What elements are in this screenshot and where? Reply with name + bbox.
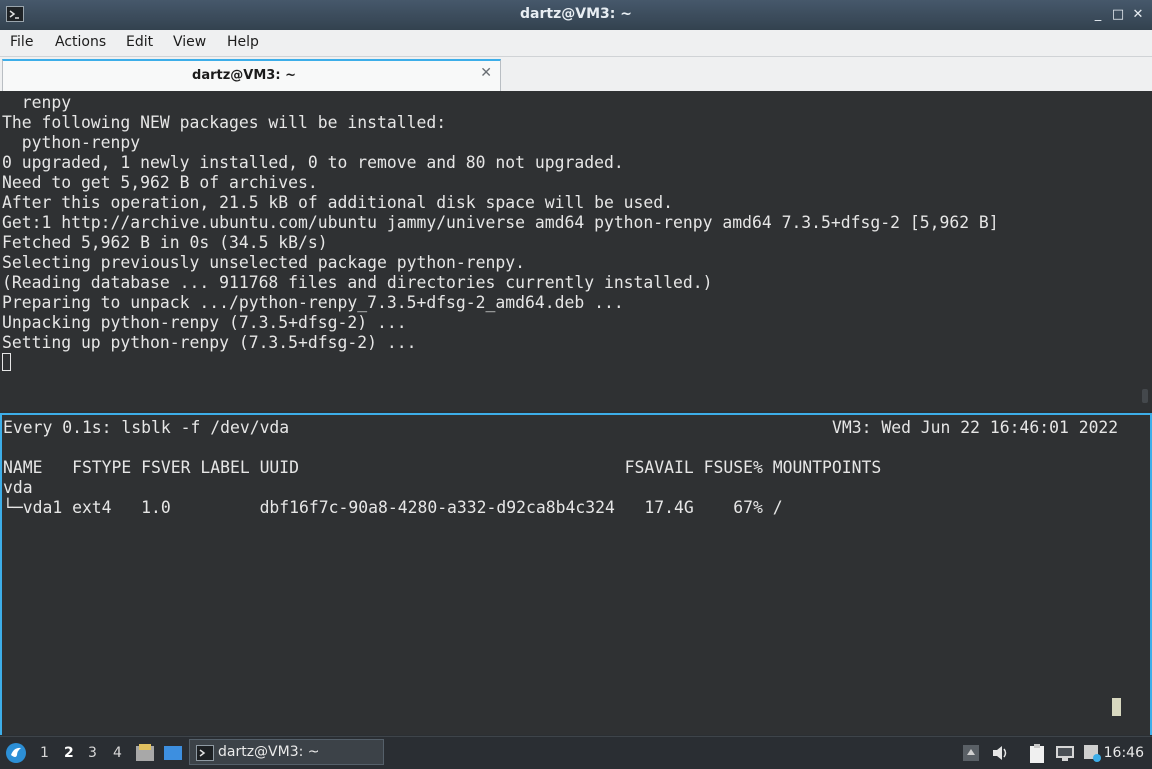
terminal-line: renpy <box>2 93 72 112</box>
tray-arrow-icon[interactable] <box>962 743 980 763</box>
terminal-cursor <box>2 353 11 371</box>
taskbar-window-button[interactable]: dartz@VM3: ~ <box>189 739 384 765</box>
notification-icon[interactable] <box>1082 743 1102 763</box>
minimize-button[interactable]: _ <box>1090 7 1106 23</box>
menu-actions[interactable]: Actions <box>55 34 106 50</box>
menu-file[interactable]: File <box>10 34 33 50</box>
terminal-line: Setting up python-renpy (7.3.5+dfsg-2) .… <box>2 333 417 352</box>
desktop-icon[interactable] <box>163 744 183 762</box>
workspace-4[interactable]: 4 <box>113 745 122 761</box>
tab-strip: dartz@VM3: ~ ✕ <box>0 57 1152 91</box>
watch-header-left: Every 0.1s: lsblk -f /dev/vda <box>3 418 290 437</box>
volume-icon[interactable] <box>990 743 1010 763</box>
terminal-line: Fetched 5,962 B in 0s (34.5 kB/s) <box>2 233 328 252</box>
taskbar: 1 2 3 4 dartz@VM3: ~ 16:46 <box>0 736 1152 769</box>
close-button[interactable]: ✕ <box>1130 7 1146 23</box>
terminal-cursor <box>1112 698 1121 716</box>
window-titlebar[interactable]: dartz@VM3: ~ _ □ ✕ <box>0 0 1152 30</box>
terminal-line: python-renpy <box>2 133 141 152</box>
terminal-line: (Reading database ... 911768 files and d… <box>2 273 713 292</box>
menu-edit[interactable]: Edit <box>126 34 153 50</box>
menu-view[interactable]: View <box>173 34 206 50</box>
maximize-button[interactable]: □ <box>1110 7 1126 23</box>
file-manager-icon[interactable] <box>135 743 155 763</box>
scrollbar-handle[interactable] <box>1142 389 1148 403</box>
terminal-line: Selecting previously unselected package … <box>2 253 526 272</box>
workspace-1[interactable]: 1 <box>40 745 49 761</box>
window-title: dartz@VM3: ~ <box>520 6 632 22</box>
terminal-pane-top[interactable]: renpy The following NEW packages will be… <box>0 91 1152 411</box>
workspace-3[interactable]: 3 <box>88 745 97 761</box>
start-menu-icon[interactable] <box>5 742 27 764</box>
clock[interactable]: 16:46 <box>1104 745 1144 761</box>
tab-close-icon[interactable]: ✕ <box>480 65 492 81</box>
terminal-pane-bottom[interactable]: Every 0.1s: lsblk -f /dev/vda VM3: Wed J… <box>0 413 1152 735</box>
terminal-line: NAME FSTYPE FSVER LABEL UUID FSAVAIL FSU… <box>3 458 882 477</box>
workspace-2[interactable]: 2 <box>64 745 74 761</box>
terminal-icon <box>196 745 214 761</box>
terminal-line: Need to get 5,962 B of archives. <box>2 173 318 192</box>
clipboard-icon[interactable] <box>1026 743 1048 765</box>
terminal-line: Get:1 http://archive.ubuntu.com/ubuntu j… <box>2 213 999 232</box>
terminal-line: Unpacking python-renpy (7.3.5+dfsg-2) ..… <box>2 313 407 332</box>
network-icon[interactable] <box>1055 743 1075 763</box>
terminal-line: vda <box>3 478 33 497</box>
tab-terminal[interactable]: dartz@VM3: ~ ✕ <box>2 59 501 91</box>
terminal-line: After this operation, 21.5 kB of additio… <box>2 193 674 212</box>
taskbar-window-label: dartz@VM3: ~ <box>218 744 320 760</box>
terminal-line: Preparing to unpack .../python-renpy_7.3… <box>2 293 624 312</box>
terminal-line: └─vda1 ext4 1.0 dbf16f7c-90a8-4280-a332-… <box>3 498 783 517</box>
terminal-line: The following NEW packages will be insta… <box>2 113 447 132</box>
terminal-line: 0 upgraded, 1 newly installed, 0 to remo… <box>2 153 624 172</box>
tab-label: dartz@VM3: ~ <box>192 68 296 83</box>
menu-help[interactable]: Help <box>227 34 259 50</box>
menu-bar: File Actions Edit View Help <box>0 30 1152 57</box>
watch-header-right: VM3: Wed Jun 22 16:46:01 2022 <box>832 418 1119 437</box>
